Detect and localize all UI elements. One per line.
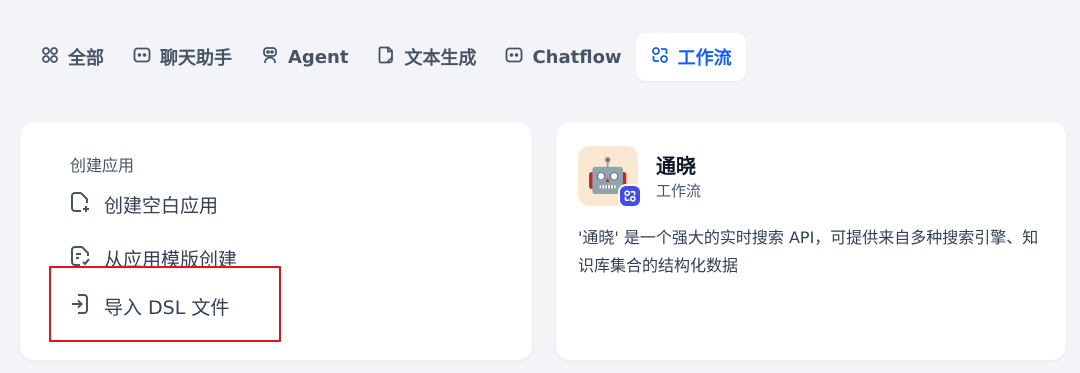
tab-label: 全部 [68, 48, 104, 69]
robot-icon [260, 45, 280, 70]
tab-all[interactable]: 全部 [26, 33, 118, 81]
create-item-label: 创建空白应用 [104, 195, 219, 217]
app-card-tongxiao[interactable]: 🤖 通晓 工作流 '通晓' 是一个强大的实时搜索 API，可提供来自多种搜索引擎… [556, 122, 1066, 360]
tab-agent[interactable]: Agent [246, 33, 362, 81]
tab-label: Agent [288, 46, 349, 68]
create-app-title: 创建应用 [70, 156, 135, 175]
tab-label: 聊天助手 [160, 48, 232, 69]
app-description: '通晓' 是一个强大的实时搜索 API，可提供来自多种搜索引擎、知识库集合的结构… [578, 228, 1039, 275]
import-dsl-button[interactable]: 导入 DSL 文件 [68, 292, 229, 321]
file-list-icon [68, 244, 92, 273]
tab-text-generation[interactable]: 文本生成 [362, 33, 490, 81]
grid-icon [40, 45, 60, 70]
create-item-label: 从应用模版创建 [104, 249, 238, 271]
tab-label: 文本生成 [404, 48, 477, 69]
create-from-template-button[interactable]: 从应用模版创建 [68, 244, 237, 273]
app-name: 通晓 [656, 154, 696, 178]
app-type-label: 工作流 [656, 182, 702, 200]
create-item-label: 导入 DSL 文件 [104, 297, 230, 319]
tab-workflow[interactable]: 工作流 [635, 33, 746, 81]
chat-bubble-icon [504, 45, 524, 70]
workflow-badge-icon [618, 184, 642, 208]
workflow-icon [650, 45, 670, 70]
app-type-tabs: 全部 聊天助手 Agent 文本生成 Chatflow 工作流 [26, 33, 746, 81]
document-icon [376, 45, 396, 70]
create-app-panel: 创建应用 创建空白应用 从应用模版创建 导入 DSL 文件 [20, 122, 532, 360]
tab-chatflow[interactable]: Chatflow [490, 33, 635, 81]
tab-label: 工作流 [677, 48, 732, 69]
create-blank-app-button[interactable]: 创建空白应用 [68, 190, 218, 219]
file-import-icon [68, 292, 92, 321]
tab-label: Chatflow [532, 46, 622, 68]
tab-chat-assistant[interactable]: 聊天助手 [118, 33, 246, 81]
chat-bubble-icon [132, 45, 152, 70]
file-plus-icon [68, 190, 92, 219]
